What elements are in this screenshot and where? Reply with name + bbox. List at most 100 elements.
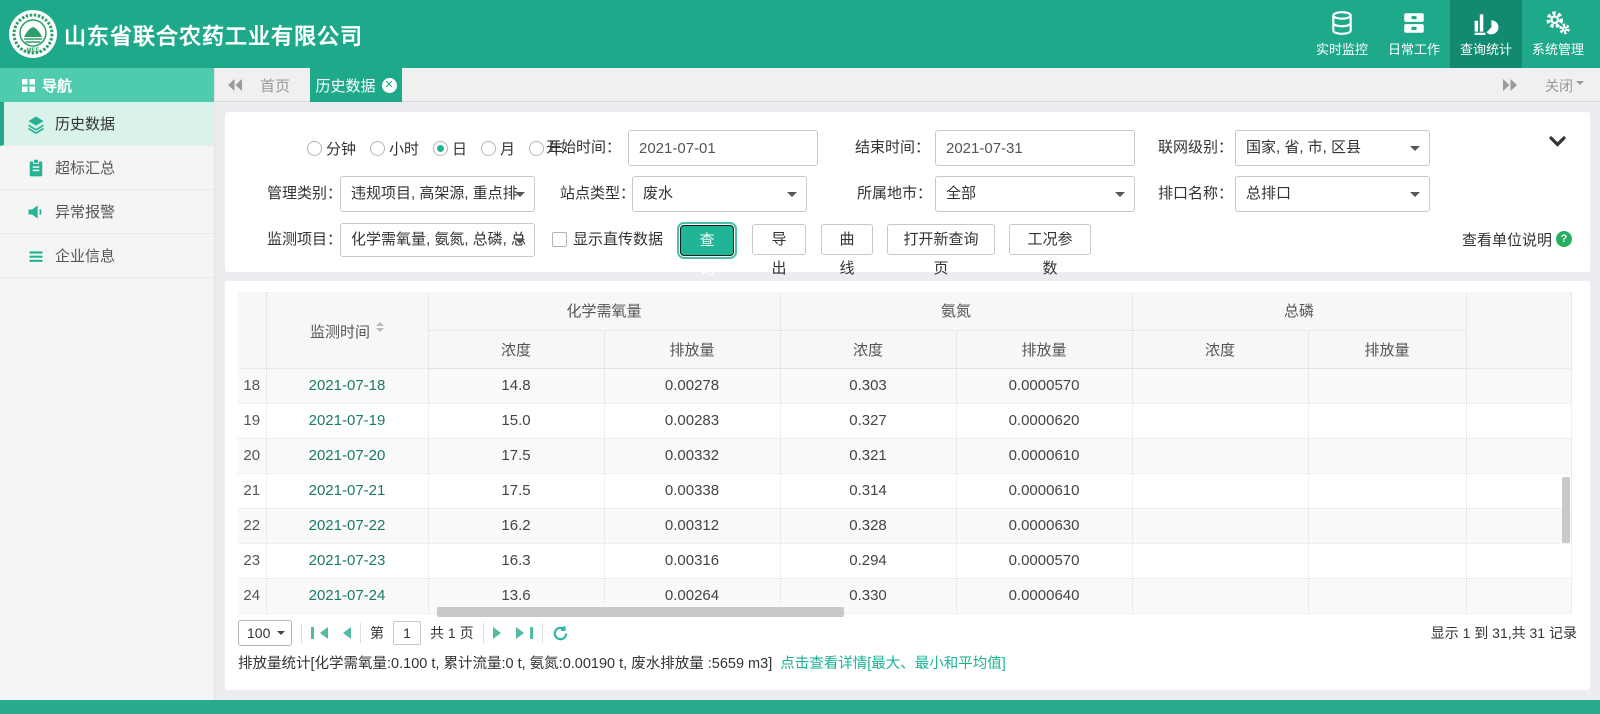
page-number-input[interactable] (393, 621, 421, 645)
cell (1132, 508, 1308, 543)
select-value: 总排口 (1246, 185, 1291, 202)
export-button[interactable]: 导出 (752, 224, 806, 255)
radio-day[interactable]: 日 (433, 138, 467, 159)
filter-panel: 分钟 小时 日 月 年 开始时间： 结束时间： 联网级别： 国家, 省, 市, … (225, 112, 1590, 272)
radio-icon (370, 141, 385, 156)
tab-history-data[interactable]: 历史数据 ✕ (310, 68, 402, 102)
cell (1132, 543, 1308, 578)
unit-description-link[interactable]: 查看单位说明 ? (1462, 222, 1572, 256)
table-row: 20 2021-07-20 17.50.00332 0.3210.0000610 (238, 438, 1572, 473)
date-link[interactable]: 2021-07-21 (266, 473, 428, 508)
sidebar-item-enterprise-info[interactable]: 企业信息 (0, 234, 214, 278)
nav-realtime-monitoring[interactable]: 实时监控 (1306, 0, 1378, 68)
sidebar-item-exceedance-summary[interactable]: 超标汇总 (0, 146, 214, 190)
sidebar-item-label: 历史数据 (55, 113, 115, 134)
sort-icon[interactable] (376, 318, 384, 336)
cell: 0.0000640 (956, 578, 1132, 613)
radio-label: 月 (500, 138, 515, 159)
tabs-scroll-left-icon[interactable] (227, 78, 243, 92)
outlet-name-select[interactable]: 总排口 (1235, 176, 1430, 212)
start-time-input[interactable] (628, 130, 818, 166)
row-number: 24 (238, 578, 266, 613)
query-button[interactable]: 查询 (680, 225, 734, 256)
view-detail-link[interactable]: 点击查看详情[最大、最小和平均值] (780, 656, 1006, 672)
last-page-button[interactable] (516, 627, 533, 639)
sidebar-item-history-data[interactable]: 历史数据 (0, 102, 214, 146)
speaker-icon (26, 202, 46, 222)
nav-system-management[interactable]: 系统管理 (1522, 0, 1594, 68)
nav-daily-work[interactable]: 日常工作 (1378, 0, 1450, 68)
date-link[interactable]: 2021-07-20 (266, 438, 428, 473)
top-nav: 实时监控 日常工作 查询统计 系统管理 (1306, 0, 1594, 68)
page-prefix: 第 (370, 623, 384, 643)
site-type-select[interactable]: 废水 (632, 176, 807, 212)
row-number: 23 (238, 543, 266, 578)
end-time-input[interactable] (935, 130, 1135, 166)
city-select[interactable]: 全部 (935, 176, 1135, 212)
date-link[interactable]: 2021-07-19 (266, 403, 428, 438)
refresh-icon[interactable] (552, 625, 569, 642)
nav-query-statistics[interactable]: 查询统计 (1450, 0, 1522, 68)
horizontal-scrollbar[interactable] (437, 607, 844, 617)
sidebar-item-abnormal-alarm[interactable]: 异常报警 (0, 190, 214, 234)
group-ammonia: 氨氮 (780, 292, 1132, 330)
date-link[interactable]: 2021-07-18 (266, 368, 428, 403)
radio-icon (307, 141, 322, 156)
sub-ammonia-concentration: 浓度 (780, 330, 956, 368)
cell: 0.00332 (604, 438, 780, 473)
page-count: 共 1 页 (430, 623, 474, 643)
open-new-query-button[interactable]: 打开新查询页 (887, 224, 995, 255)
tabs-scroll-right-icon[interactable] (1502, 78, 1518, 92)
nav-label: 实时监控 (1316, 39, 1368, 58)
gears-icon (1545, 10, 1571, 36)
row-number: 18 (238, 368, 266, 403)
cell: 16.2 (428, 508, 604, 543)
cell (1308, 473, 1466, 508)
cell: 0.00338 (604, 473, 780, 508)
pagination-bar: 100 第 共 1 页 显示 1 到 31,共 31 记录 (238, 618, 1577, 648)
sidebar-header: 导航 (0, 68, 214, 102)
network-level-select[interactable]: 国家, 省, 市, 区县 (1235, 130, 1430, 166)
cell: 0.327 (780, 403, 956, 438)
prev-page-button[interactable] (337, 627, 351, 639)
date-link[interactable]: 2021-07-22 (266, 508, 428, 543)
sub-cod-emission: 排放量 (604, 330, 780, 368)
next-page-button[interactable] (493, 627, 507, 639)
cell: 0.0000610 (956, 473, 1132, 508)
city-label: 所属地市： (857, 176, 932, 212)
outlet-name-label: 排口名称： (1158, 176, 1233, 212)
cell: 0.0000570 (956, 368, 1132, 403)
tab-label: 历史数据 (315, 75, 375, 96)
date-link[interactable]: 2021-07-24 (266, 578, 428, 613)
close-icon[interactable]: ✕ (382, 78, 397, 93)
cell: 17.5 (428, 438, 604, 473)
cell (1466, 403, 1571, 438)
group-phosphorus: 总磷 (1132, 292, 1466, 330)
close-tabs-dropdown[interactable]: 关闭 (1545, 76, 1584, 96)
start-time-label: 开始时间： (546, 130, 621, 166)
radio-month[interactable]: 月 (481, 138, 515, 159)
radio-hour[interactable]: 小时 (370, 138, 419, 159)
table-row: 18 2021-07-18 14.80.00278 0.3030.0000570 (238, 368, 1572, 403)
monitor-items-select[interactable]: 化学需氧量, 氨氮, 总磷, 总 (340, 223, 535, 257)
direct-data-checkbox[interactable] (552, 232, 567, 247)
management-category-select[interactable]: 违规项目, 高架源, 重点排 (340, 176, 535, 212)
table-row: 19 2021-07-19 15.00.00283 0.3270.0000620 (238, 403, 1572, 438)
col-monitor-time[interactable]: 监测时间 (266, 292, 428, 368)
date-link[interactable]: 2021-07-23 (266, 543, 428, 578)
page-size-select[interactable]: 100 (238, 620, 292, 646)
first-page-button[interactable] (311, 627, 328, 639)
condition-params-button[interactable]: 工况参数 (1009, 224, 1091, 255)
monitor-items-label: 监测项目： (267, 223, 342, 257)
header-group-row: 监测时间 化学需氧量 氨氮 总磷 (238, 292, 1572, 330)
row-number: 20 (238, 438, 266, 473)
cell (1132, 473, 1308, 508)
sidebar: 导航 历史数据 超标汇总 异常报警 企业信息 (0, 68, 215, 700)
curve-button[interactable]: 曲线 (821, 224, 873, 255)
group-extra (1466, 292, 1571, 368)
radio-minute[interactable]: 分钟 (307, 138, 356, 159)
cell: 0.0000630 (956, 508, 1132, 543)
tab-home[interactable]: 首页 (250, 68, 300, 102)
corner-cell (238, 292, 266, 368)
vertical-scrollbar[interactable] (1562, 477, 1570, 543)
